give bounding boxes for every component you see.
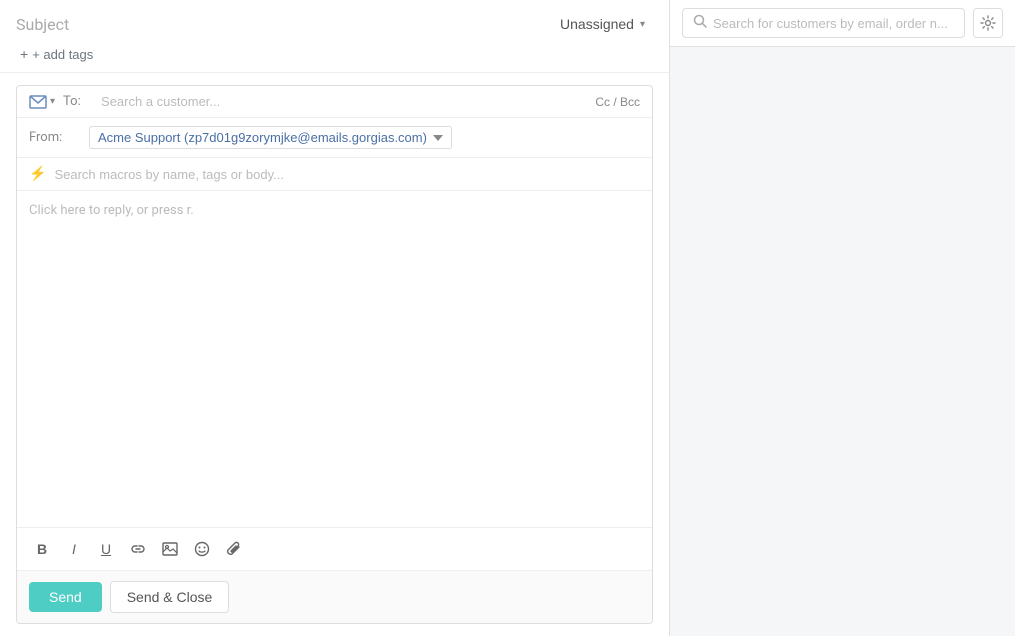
cc-bcc-button[interactable]: Cc / Bcc [595, 95, 640, 109]
add-tags-button[interactable]: + + add tags [16, 44, 97, 64]
to-label: To: [63, 94, 93, 109]
macros-input[interactable] [54, 167, 640, 182]
chevron-down-icon: ▾ [640, 19, 645, 30]
right-header [670, 0, 1015, 47]
macros-row: ⚡ [17, 158, 652, 191]
link-button[interactable] [125, 536, 151, 562]
send-close-button[interactable]: Send & Close [110, 581, 230, 613]
header-area: Subject Unassigned ▾ + + add tags [0, 0, 669, 73]
formatting-toolbar: B I U [17, 527, 652, 570]
attachment-button[interactable] [221, 536, 247, 562]
email-type-dropdown-arrow: ▾ [50, 96, 55, 107]
right-panel [670, 0, 1015, 636]
tags-row: + + add tags [16, 44, 653, 64]
email-type-selector[interactable]: ▾ [29, 95, 55, 109]
subject-row: Subject Unassigned ▾ [16, 12, 653, 36]
reply-area[interactable]: Click here to reply, or press r. [17, 191, 652, 527]
image-icon [162, 542, 178, 556]
link-icon [130, 544, 146, 554]
italic-button[interactable]: I [61, 536, 87, 562]
left-panel: Subject Unassigned ▾ + + add tags ▾ T [0, 0, 670, 636]
right-content [670, 47, 1015, 636]
envelope-icon [29, 95, 47, 109]
unassigned-label: Unassigned [560, 16, 634, 32]
search-icon [693, 14, 707, 32]
to-input[interactable] [101, 94, 587, 109]
underline-button[interactable]: U [93, 536, 119, 562]
from-label: From: [29, 130, 81, 145]
attachment-icon [227, 541, 241, 557]
customer-search-box[interactable] [682, 8, 965, 38]
add-tags-label: + add tags [32, 47, 93, 62]
plus-icon: + [20, 46, 28, 62]
emoji-icon [194, 541, 210, 557]
image-button[interactable] [157, 536, 183, 562]
customer-search-input[interactable] [713, 16, 954, 31]
settings-button[interactable] [973, 8, 1003, 38]
settings-icon [980, 15, 996, 31]
compose-area: ▾ To: Cc / Bcc From: Acme Support (zp7d0… [16, 85, 653, 624]
send-button[interactable]: Send [29, 582, 102, 612]
bolt-icon: ⚡ [29, 166, 46, 182]
bold-button[interactable]: B [29, 536, 55, 562]
unassigned-button[interactable]: Unassigned ▾ [552, 12, 653, 36]
from-select[interactable]: Acme Support (zp7d01g9zorymjke@emails.go… [89, 126, 452, 149]
emoji-button[interactable] [189, 536, 215, 562]
subject-title: Subject [16, 15, 69, 34]
from-row: From: Acme Support (zp7d01g9zorymjke@ema… [17, 118, 652, 158]
actions-row: Send Send & Close [17, 570, 652, 623]
reply-hint: Click here to reply, or press r. [29, 203, 194, 218]
to-row: ▾ To: Cc / Bcc [17, 86, 652, 118]
